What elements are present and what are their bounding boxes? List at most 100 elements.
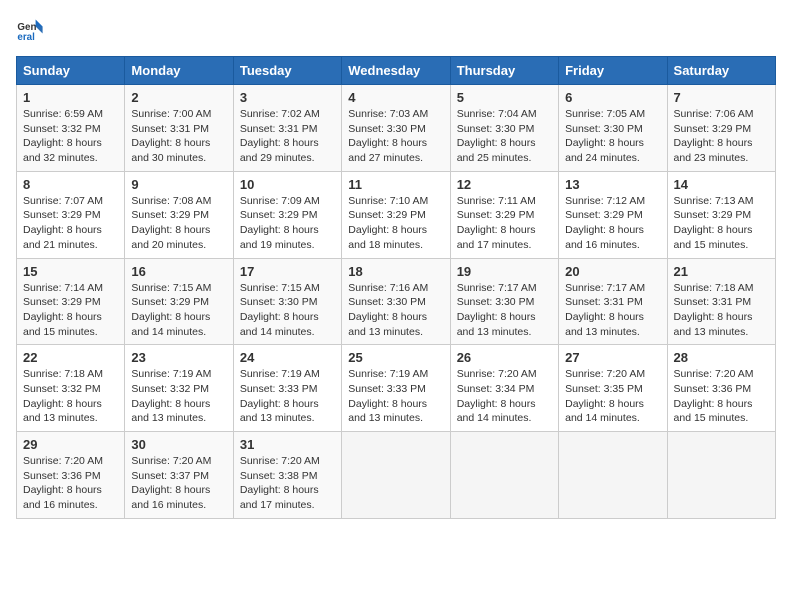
day-info-line: Sunset: 3:29 PM	[457, 208, 552, 223]
day-info-line: Daylight: 8 hours	[23, 310, 118, 325]
calendar-cell: 24Sunrise: 7:19 AMSunset: 3:33 PMDayligh…	[233, 345, 341, 432]
day-info-line: Sunset: 3:32 PM	[23, 122, 118, 137]
day-info-line: Sunrise: 7:20 AM	[23, 454, 118, 469]
weekday-thursday: Thursday	[450, 57, 558, 85]
calendar-cell: 9Sunrise: 7:08 AMSunset: 3:29 PMDaylight…	[125, 171, 233, 258]
day-number: 22	[23, 350, 118, 365]
day-info-line: Sunrise: 7:03 AM	[348, 107, 443, 122]
day-info-line: Sunrise: 7:20 AM	[674, 367, 769, 382]
calendar-cell: 29 Sunrise: 7:20 AMSunset: 3:36 PMDayligh…	[17, 432, 125, 519]
weekday-friday: Friday	[559, 57, 667, 85]
day-info-line: and 29 minutes.	[240, 151, 335, 166]
day-info-line: and 13 minutes.	[131, 411, 226, 426]
week-row-5: 29Sunrise: 7:20 AMSunset: 3:36 PMDayligh…	[17, 432, 776, 519]
day-info-line: Daylight: 8 hours	[348, 136, 443, 151]
day-number: 6	[565, 90, 660, 105]
day-info-line: Sunset: 3:33 PM	[240, 382, 335, 397]
day-info-line: Sunset: 3:29 PM	[23, 208, 118, 223]
weekday-saturday: Saturday	[667, 57, 775, 85]
calendar-cell: 6Sunrise: 7:05 AMSunset: 3:30 PMDaylight…	[559, 85, 667, 172]
day-info-line: Daylight: 8 hours	[240, 397, 335, 412]
day-info-line: Sunset: 3:34 PM	[457, 382, 552, 397]
day-info-line: and 19 minutes.	[240, 238, 335, 253]
calendar-cell: 28Sunrise: 7:20 AMSunset: 3:36 PMDayligh…	[667, 345, 775, 432]
day-info-line: Sunset: 3:29 PM	[240, 208, 335, 223]
day-number: 31	[240, 437, 335, 452]
day-number: 24	[240, 350, 335, 365]
calendar-cell: 3Sunrise: 7:02 AMSunset: 3:31 PMDaylight…	[233, 85, 341, 172]
day-number: 19	[457, 264, 552, 279]
calendar-cell	[559, 432, 667, 519]
day-info-line: Daylight: 8 hours	[674, 310, 769, 325]
day-info-line: Daylight: 8 hours	[131, 483, 226, 498]
day-number: 11	[348, 177, 443, 192]
day-number: 29	[23, 437, 118, 452]
day-info-line: Sunset: 3:36 PM	[23, 469, 118, 484]
day-info-line: Sunrise: 7:19 AM	[348, 367, 443, 382]
day-info-line: Sunset: 3:33 PM	[348, 382, 443, 397]
day-info-line: and 16 minutes.	[131, 498, 226, 513]
day-number: 16	[131, 264, 226, 279]
day-info-line: Daylight: 8 hours	[131, 310, 226, 325]
day-info-line: Sunset: 3:30 PM	[348, 295, 443, 310]
day-info-line: Daylight: 8 hours	[565, 310, 660, 325]
day-info-line: Sunrise: 7:11 AM	[457, 194, 552, 209]
day-info-line: Daylight: 8 hours	[565, 397, 660, 412]
calendar-cell: 16Sunrise: 7:15 AMSunset: 3:29 PMDayligh…	[125, 258, 233, 345]
calendar-cell: 19Sunrise: 7:17 AMSunset: 3:30 PMDayligh…	[450, 258, 558, 345]
calendar-cell: 21Sunrise: 7:18 AMSunset: 3:31 PMDayligh…	[667, 258, 775, 345]
calendar-cell	[450, 432, 558, 519]
day-info-line: and 21 minutes.	[23, 238, 118, 253]
day-info-line: Sunrise: 7:15 AM	[131, 281, 226, 296]
calendar-cell: 12Sunrise: 7:11 AMSunset: 3:29 PMDayligh…	[450, 171, 558, 258]
day-info-line: Sunrise: 7:04 AM	[457, 107, 552, 122]
day-info-line: Sunrise: 7:20 AM	[457, 367, 552, 382]
day-info-line: Sunrise: 7:07 AM	[23, 194, 118, 209]
day-info-line: Sunset: 3:32 PM	[131, 382, 226, 397]
calendar-cell: 7Sunrise: 7:06 AMSunset: 3:29 PMDaylight…	[667, 85, 775, 172]
day-info-line: Daylight: 8 hours	[565, 223, 660, 238]
day-info-line: and 16 minutes.	[565, 238, 660, 253]
day-info-line: Sunset: 3:32 PM	[23, 382, 118, 397]
calendar-cell	[667, 432, 775, 519]
calendar-cell: 17Sunrise: 7:15 AMSunset: 3:30 PMDayligh…	[233, 258, 341, 345]
day-info-line: Sunrise: 7:20 AM	[131, 454, 226, 469]
day-info-line: Sunrise: 7:02 AM	[240, 107, 335, 122]
day-info-line: Sunset: 3:30 PM	[240, 295, 335, 310]
calendar-cell: 23Sunrise: 7:19 AMSunset: 3:32 PMDayligh…	[125, 345, 233, 432]
day-number: 4	[348, 90, 443, 105]
day-info-line: Daylight: 8 hours	[23, 483, 118, 498]
day-info-line: Daylight: 8 hours	[457, 223, 552, 238]
day-info-line: Sunrise: 7:12 AM	[565, 194, 660, 209]
day-info-line: Daylight: 8 hours	[457, 136, 552, 151]
day-info-line: and 17 minutes.	[240, 498, 335, 513]
day-info-line: and 20 minutes.	[131, 238, 226, 253]
day-info-line: and 15 minutes.	[23, 325, 118, 340]
calendar-cell: 8Sunrise: 7:07 AMSunset: 3:29 PMDaylight…	[17, 171, 125, 258]
day-info-line: Sunrise: 7:00 AM	[131, 107, 226, 122]
day-info-line: Sunset: 3:29 PM	[674, 208, 769, 223]
day-info-line: and 14 minutes.	[457, 411, 552, 426]
day-info-line: Sunrise: 7:09 AM	[240, 194, 335, 209]
calendar-cell: 2Sunrise: 7:00 AMSunset: 3:31 PMDaylight…	[125, 85, 233, 172]
day-info-line: Sunrise: 7:16 AM	[348, 281, 443, 296]
week-row-4: 22Sunrise: 7:18 AMSunset: 3:32 PMDayligh…	[17, 345, 776, 432]
day-info-line: and 13 minutes.	[565, 325, 660, 340]
day-number: 10	[240, 177, 335, 192]
day-info-line: and 13 minutes.	[23, 411, 118, 426]
day-info-line: and 18 minutes.	[348, 238, 443, 253]
day-info-line: Daylight: 8 hours	[131, 136, 226, 151]
logo-icon: Gen eral	[16, 16, 44, 44]
day-info-line: Sunset: 3:30 PM	[348, 122, 443, 137]
day-number: 27	[565, 350, 660, 365]
calendar-cell: 13Sunrise: 7:12 AMSunset: 3:29 PMDayligh…	[559, 171, 667, 258]
calendar-cell: 4 Sunrise: 7:03 AMSunset: 3:30 PMDaylight…	[342, 85, 450, 172]
day-info-line: Sunrise: 7:15 AM	[240, 281, 335, 296]
calendar-cell: 14Sunrise: 7:13 AMSunset: 3:29 PMDayligh…	[667, 171, 775, 258]
day-info-line: Sunrise: 7:05 AM	[565, 107, 660, 122]
day-info-line: Daylight: 8 hours	[23, 223, 118, 238]
day-info-line: Sunrise: 7:19 AM	[131, 367, 226, 382]
day-info-line: Daylight: 8 hours	[457, 397, 552, 412]
day-info-line: Sunset: 3:31 PM	[565, 295, 660, 310]
day-info-line: Daylight: 8 hours	[348, 310, 443, 325]
